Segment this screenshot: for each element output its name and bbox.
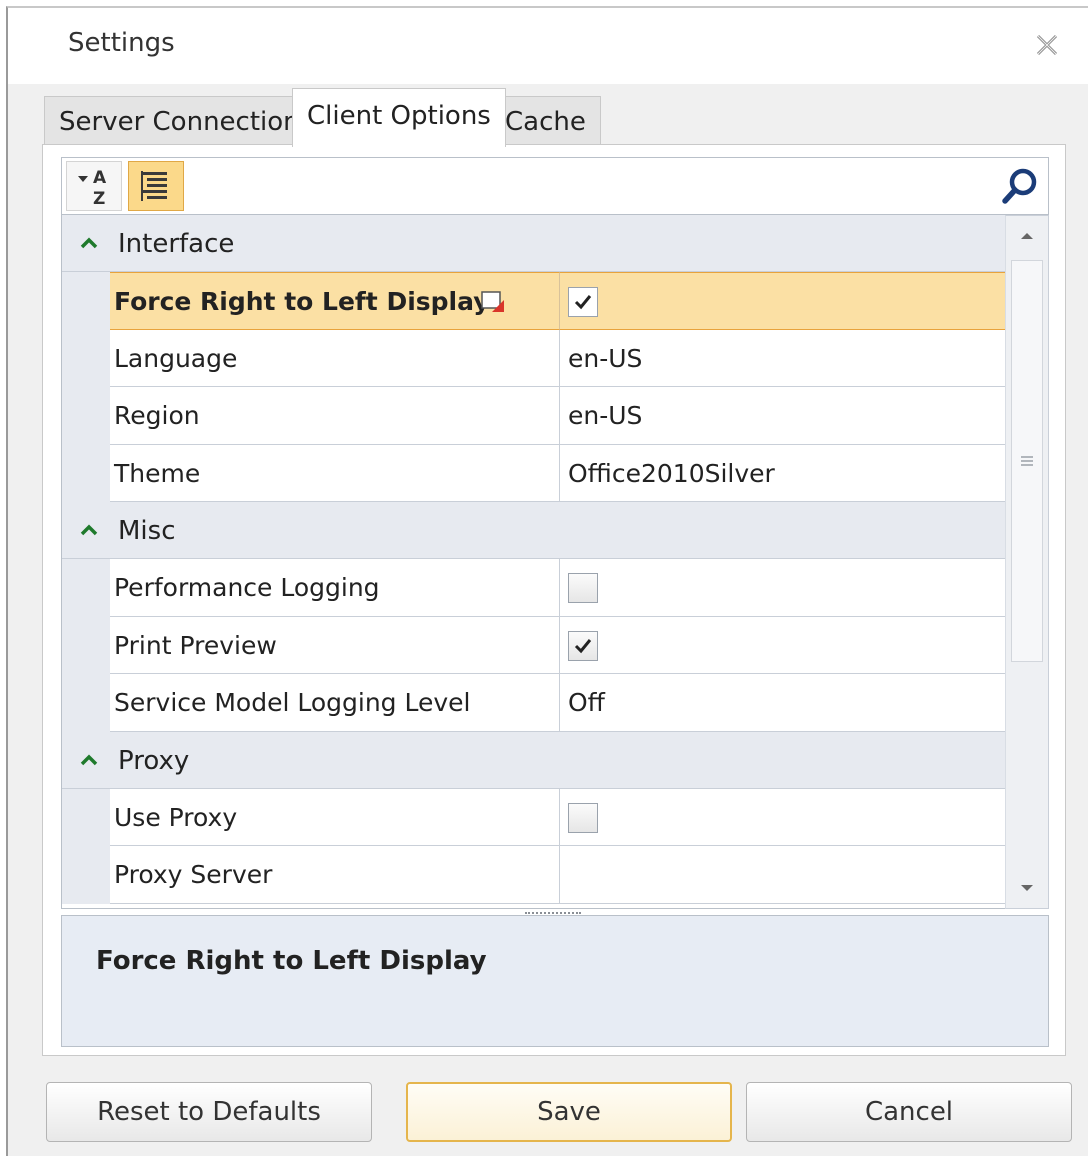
property-value[interactable]: en-US [560,387,1005,445]
property-row[interactable]: Force Right to Left Display [62,272,1005,330]
scroll-thumb[interactable] [1011,260,1043,662]
property-grid-toolbar: A Z [61,157,1049,215]
scroll-down-button[interactable] [1006,868,1048,908]
vertical-scrollbar[interactable] [1005,215,1049,909]
close-icon [1036,34,1058,56]
close-button[interactable] [1032,30,1062,60]
property-row[interactable]: Print Preview [62,616,1005,674]
splitter-grip [525,912,581,914]
property-name[interactable]: Performance Logging [110,559,560,617]
arrow-down-icon [1021,885,1033,891]
chevron-up-icon [80,237,98,249]
svg-text:A: A [93,168,107,188]
collapse-toggle[interactable] [76,517,102,543]
property-name[interactable]: Language [110,329,560,387]
property-name[interactable]: Theme [110,444,560,502]
property-value[interactable] [560,559,1005,617]
property-name[interactable]: Proxy Server [110,846,560,904]
chevron-up-icon [80,754,98,765]
scroll-up-button[interactable] [1006,216,1048,256]
collapse-toggle[interactable] [76,230,102,256]
property-name[interactable]: Print Preview [110,616,560,674]
grip-icon [1021,456,1033,466]
checkbox[interactable] [568,630,598,661]
property-value[interactable] [560,788,1005,846]
search-icon [1002,168,1037,204]
category-row-proxy[interactable]: Proxy [62,731,1005,789]
checkmark-icon [574,638,592,653]
property-row[interactable]: Proxy Server [62,846,1005,904]
description-panel: Force Right to Left Display [61,915,1049,1047]
property-row[interactable]: Language en-US [62,329,1005,387]
property-value[interactable]: Off [560,674,1005,732]
property-row[interactable]: Region en-US [62,387,1005,445]
client-options-panel: A Z Interface Force Right to Left Displa… [42,144,1066,1056]
category-row-interface[interactable]: Interface [62,215,1005,272]
reset-value-icon[interactable] [480,290,506,314]
property-value[interactable]: Office2010Silver [560,444,1005,502]
checkbox[interactable] [568,802,598,833]
sort-alphabetical-icon: A Z [78,168,107,208]
property-value[interactable] [560,272,1005,330]
property-value[interactable] [560,846,1005,904]
collapse-toggle[interactable] [76,747,102,773]
reset-to-defaults-button[interactable]: Reset to Defaults [46,1082,372,1142]
svg-text:Z: Z [93,189,105,208]
property-name[interactable]: Service Model Logging Level [110,674,560,732]
property-search-input[interactable] [192,164,982,208]
tab-strip: Server Connection Client Options Cache [44,88,1044,147]
sort-alphabetical-button[interactable]: A Z [66,161,122,211]
property-row[interactable]: Service Model Logging Level Off [62,674,1005,732]
property-row[interactable]: Performance Logging [62,559,1005,617]
tab-client-options[interactable]: Client Options [292,88,506,147]
property-row[interactable]: Theme Office2010Silver [62,444,1005,502]
category-row-misc[interactable]: Misc [62,502,1005,559]
property-grid: Interface Force Right to Left Display La… [61,215,1005,909]
description-title: Force Right to Left Display [96,946,487,976]
search-button[interactable] [998,164,1042,208]
categorized-view-button[interactable] [128,161,184,211]
property-name[interactable]: Use Proxy [110,788,560,846]
chevron-up-icon [80,524,98,536]
arrow-up-icon [1021,233,1033,239]
property-row[interactable]: Use Proxy [62,788,1005,846]
property-value[interactable]: en-US [560,329,1005,387]
property-value[interactable] [560,616,1005,674]
settings-window: Settings Server Connection Client Option… [6,6,1088,1156]
title-bar: Settings [8,8,1088,84]
property-name[interactable]: Region [110,387,560,445]
checkbox[interactable] [568,287,598,317]
save-button[interactable]: Save [406,1082,732,1142]
tab-cache[interactable]: Cache [490,96,601,146]
checkmark-icon [574,295,592,310]
checkbox[interactable] [568,573,598,603]
tab-server-connection[interactable]: Server Connection [44,96,315,146]
cancel-button[interactable]: Cancel [746,1082,1072,1142]
category-label: Interface [118,229,235,259]
window-title: Settings [68,28,175,58]
category-label: Misc [118,516,176,546]
categorized-list-icon [141,171,167,201]
category-label: Proxy [118,745,190,776]
